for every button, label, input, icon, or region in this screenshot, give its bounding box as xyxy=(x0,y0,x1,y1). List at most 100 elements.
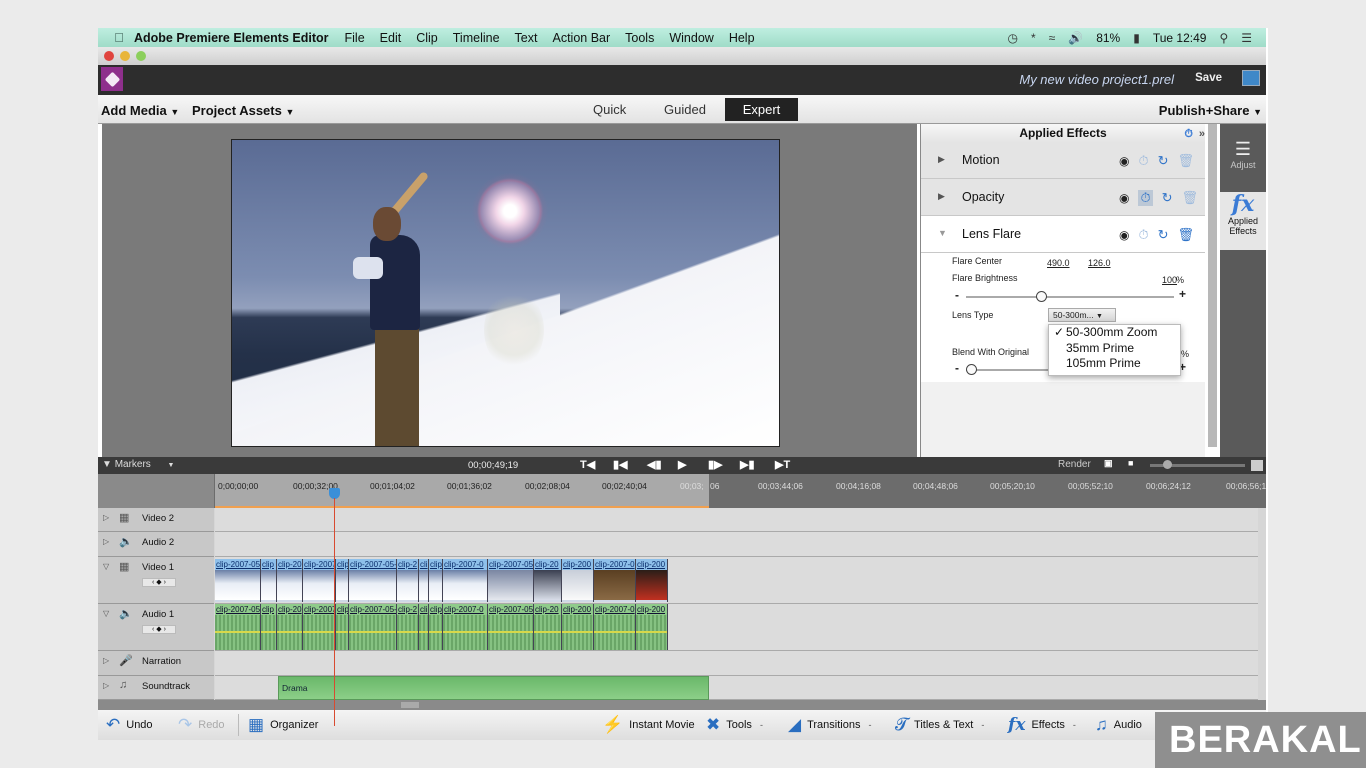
lens-type-dropdown[interactable]: 50-300m... ▼ xyxy=(1048,308,1116,322)
playhead-line[interactable] xyxy=(334,498,335,726)
track-header-soundtrack[interactable]: ▷ ♫ Soundtrack xyxy=(98,676,214,700)
work-area-bar[interactable] xyxy=(215,474,709,508)
track-header-audio-2[interactable]: ▷ 🔈 Audio 2 xyxy=(98,532,214,557)
video-clip[interactable]: clip-200 xyxy=(562,559,594,602)
visibility-eye-icon[interactable]: ◉ xyxy=(1119,228,1129,242)
minimize-window-button[interactable] xyxy=(120,51,130,61)
decrease-icon[interactable]: - xyxy=(955,361,959,375)
timeline-horizontal-scrollbar[interactable] xyxy=(98,700,1266,710)
menu-text[interactable]: Text xyxy=(515,31,538,45)
app-name-menu[interactable]: Adobe Premiere Elements Editor xyxy=(134,31,329,45)
audio-clip[interactable]: clip-200 xyxy=(636,604,668,650)
trash-icon[interactable]: 🗑 xyxy=(1178,153,1195,169)
track-lane-audio-1[interactable]: clip-2007-05 clip clip-20 clip-2007 clip clip… xyxy=(215,604,1258,651)
reset-icon[interactable]: ↻ xyxy=(1162,190,1173,206)
track-header-video-1[interactable]: ▽ ▦ Video 1 ‹ ◆ › xyxy=(98,557,214,604)
stopwatch-icon[interactable]: ⏱ xyxy=(1184,125,1193,143)
video-clip[interactable]: clip xyxy=(261,559,277,602)
current-timecode[interactable]: 00;00;49;19 xyxy=(468,460,518,471)
reset-icon[interactable]: ↻ xyxy=(1158,227,1169,243)
spotlight-search-icon[interactable]: ⚲ xyxy=(1219,31,1228,45)
blend-slider-handle[interactable] xyxy=(966,364,977,375)
video-clip[interactable]: clip xyxy=(336,559,349,602)
video-clip[interactable]: clip-2 xyxy=(397,559,419,602)
soundtrack-clip-drama[interactable]: Drama xyxy=(278,676,709,700)
menu-file[interactable]: File xyxy=(345,31,365,45)
goto-in-point-icon[interactable]: T◀ xyxy=(580,458,595,471)
redo-button[interactable]: ↷ Redo xyxy=(178,710,225,740)
audio-clip[interactable]: clip-200 xyxy=(562,604,594,650)
keyframe-controls[interactable]: ‹ ◆ › xyxy=(142,625,176,634)
undo-button[interactable]: ↶ Undo xyxy=(106,710,153,740)
wifi-icon[interactable]: ≈ xyxy=(1049,31,1056,45)
lens-option-105mm[interactable]: 105mm Prime xyxy=(1049,356,1180,372)
stopwatch-icon[interactable]: ⏱ xyxy=(1138,227,1148,243)
video-clip[interactable]: clip-2007-05 xyxy=(215,559,261,602)
collapse-arrow-icon[interactable]: ▽ xyxy=(103,609,109,618)
timeline-view-icon[interactable]: ■ xyxy=(1128,458,1133,468)
battery-icon[interactable]: ▮ xyxy=(1133,31,1140,45)
menu-clip[interactable]: Clip xyxy=(416,31,438,45)
flare-brightness-slider-handle[interactable] xyxy=(1035,291,1047,302)
play-icon[interactable]: ▶ xyxy=(678,458,686,471)
track-lane-audio-2[interactable] xyxy=(215,532,1258,557)
bluetooth-icon[interactable]: * xyxy=(1031,31,1036,45)
visibility-eye-icon[interactable]: ◉ xyxy=(1119,154,1129,168)
audio-clip[interactable]: clip-2007-05 xyxy=(488,604,534,650)
tab-guided[interactable]: Guided xyxy=(664,102,706,117)
audio-clip[interactable]: clip xyxy=(261,604,277,650)
panel-menu-icon[interactable]: » xyxy=(1199,125,1205,143)
zoom-window-button[interactable] xyxy=(136,51,146,61)
instant-movie-button[interactable]: ⚡ Instant Movie xyxy=(602,710,695,740)
volume-icon[interactable]: 🔊 xyxy=(1068,31,1083,45)
goto-end-icon[interactable]: ▶▮ xyxy=(740,458,755,471)
clock[interactable]: Tue 12:49 xyxy=(1153,31,1207,45)
save-button[interactable]: Save xyxy=(1195,72,1222,84)
keyframe-controls[interactable]: ‹ ◆ › xyxy=(142,578,176,587)
track-lane-narration[interactable] xyxy=(215,651,1258,676)
fullscreen-icon[interactable] xyxy=(1242,70,1260,86)
tools-button[interactable]: ✖ Tools - xyxy=(706,710,763,740)
track-header-video-2[interactable]: ▷ ▦ Video 2 xyxy=(98,508,214,532)
timeline-ruler[interactable]: 0;00;00;00 00;00;32;00 00;01;04;02 00;01;36… xyxy=(98,474,1266,508)
lens-option-50-300mm[interactable]: ✓ 50-300mm Zoom xyxy=(1049,325,1180,341)
expand-arrow-icon[interactable]: ▶ xyxy=(938,154,945,165)
audio-clip[interactable]: clip-20 xyxy=(534,604,562,650)
audio-clip[interactable]: clip-2007-0 xyxy=(443,604,488,650)
menu-help[interactable]: Help xyxy=(729,31,755,45)
video-clip[interactable]: clip xyxy=(429,559,443,602)
video-clip[interactable]: clip-2007-05- xyxy=(349,559,397,602)
zoom-slider-handle[interactable] xyxy=(1163,460,1172,469)
markers-menu[interactable]: ▼ Markers ▼ xyxy=(102,459,174,470)
expand-arrow-icon[interactable]: ▷ xyxy=(103,681,109,690)
video-clip[interactable]: clip-2007-0 xyxy=(443,559,488,602)
effect-row-motion[interactable]: ▶ Motion ◉ ⏱ ↻ 🗑 xyxy=(921,142,1205,179)
collapse-arrow-icon[interactable]: ▽ xyxy=(103,562,109,571)
expand-arrow-icon[interactable]: ▷ xyxy=(103,656,109,665)
video-clip[interactable]: clip-2007 xyxy=(303,559,336,602)
step-forward-icon[interactable]: ▮▶ xyxy=(708,458,723,471)
track-header-narration[interactable]: ▷ 🎤 Narration xyxy=(98,651,214,676)
flare-center-x-value[interactable]: 490.0 xyxy=(1047,258,1070,268)
tab-quick[interactable]: Quick xyxy=(593,102,626,117)
apple-icon[interactable]:  xyxy=(104,30,134,45)
add-media-button[interactable]: Add Media ▼ xyxy=(101,103,179,118)
audio-clip[interactable]: clip-2007-05- xyxy=(349,604,397,650)
render-button[interactable]: Render xyxy=(1058,459,1091,470)
video-clip[interactable]: cli xyxy=(419,559,429,602)
audio-clip[interactable]: clip-2007 xyxy=(303,604,336,650)
expand-arrow-icon[interactable]: ▷ xyxy=(103,537,109,546)
flare-brightness-slider[interactable] xyxy=(966,296,1174,298)
audio-clip[interactable]: cli xyxy=(419,604,429,650)
menu-window[interactable]: Window xyxy=(669,31,713,45)
expand-arrow-icon[interactable]: ▷ xyxy=(103,513,109,522)
track-header-audio-1[interactable]: ▽ 🔈 Audio 1 ‹ ◆ › xyxy=(98,604,214,651)
expand-arrow-icon[interactable]: ▶ xyxy=(938,191,945,202)
effects-button[interactable]: fx Effects - xyxy=(1008,710,1076,740)
titles-text-button[interactable]: 𝓣 Titles & Text - xyxy=(895,710,984,740)
menu-tools[interactable]: Tools xyxy=(625,31,654,45)
effect-row-opacity[interactable]: ▶ Opacity ◉ ⏱ ↻ 🗑 xyxy=(921,179,1205,216)
audio-clip[interactable]: clip-2007-05 xyxy=(215,604,261,650)
project-assets-button[interactable]: Project Assets ▼ xyxy=(192,103,294,118)
stopwatch-icon[interactable]: ⏱ xyxy=(1138,153,1148,169)
